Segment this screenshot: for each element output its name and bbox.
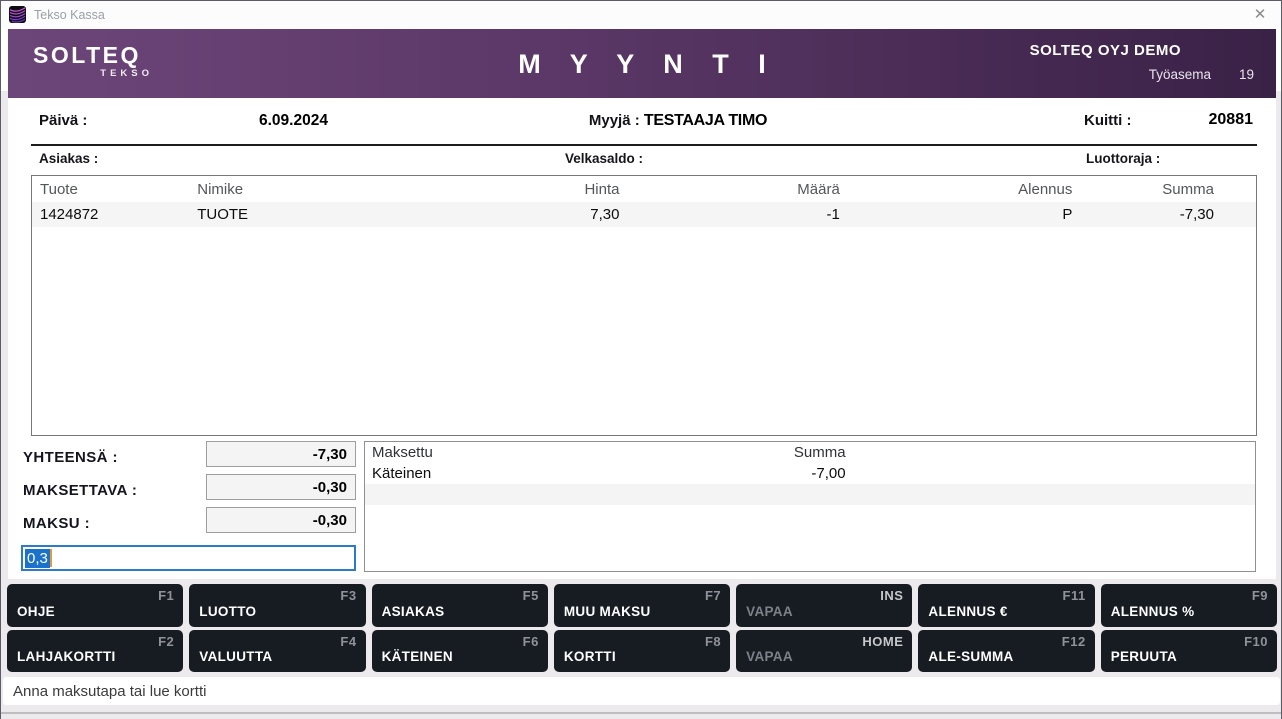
vapaa-home-button[interactable]: VAPAA HOME bbox=[736, 630, 912, 673]
paid-column-header: Maksettu bbox=[365, 444, 632, 461]
payable-value: -0,30 bbox=[206, 474, 356, 500]
asiakas-button[interactable]: ASIAKAS F5 bbox=[372, 584, 548, 627]
cell-hinta: 7,30 bbox=[393, 206, 619, 223]
title-bar: Tekso Kassa ✕ bbox=[1, 1, 1281, 28]
kortti-button[interactable]: KORTTI F8 bbox=[554, 630, 730, 673]
fkey-badge: F4 bbox=[340, 634, 356, 649]
fkey-badge: F6 bbox=[523, 634, 539, 649]
fkey-badge: F3 bbox=[340, 588, 356, 603]
main-content: Päivä : 6.09.2024 Myyjä : TESTAAJA TIMO … bbox=[8, 98, 1276, 579]
cell-alennus: P bbox=[840, 206, 1073, 223]
fkey-badge: F2 bbox=[158, 634, 174, 649]
payable-label: MAKSETTAVA : bbox=[23, 482, 137, 499]
status-message: Anna maksutapa tai lue kortti bbox=[13, 683, 206, 700]
valuutta-button[interactable]: VALUUTTA F4 bbox=[189, 630, 365, 673]
cashier-info: Myyjä : TESTAAJA TIMO bbox=[589, 112, 767, 130]
workstation-info: Työasema 19 bbox=[1149, 67, 1254, 82]
col-nimike: Nimike bbox=[197, 181, 393, 198]
fkey-badge: F12 bbox=[1062, 634, 1086, 649]
text-caret bbox=[50, 549, 52, 567]
logo-text: SOLTEQ bbox=[33, 42, 153, 68]
alennus-eur-button[interactable]: ALENNUS € F11 bbox=[918, 584, 1094, 627]
debt-balance-label: Velkasaldo : bbox=[565, 151, 643, 166]
cell-maara: -1 bbox=[620, 206, 840, 223]
col-hinta: Hinta bbox=[393, 181, 619, 198]
function-keypad: OHJE F1 LUOTTO F3 ASIAKAS F5 MUU MAKSU F… bbox=[1, 579, 1282, 677]
fkey-badge: F8 bbox=[705, 634, 721, 649]
window-title: Tekso Kassa bbox=[34, 8, 105, 22]
logo-subtext: TEKSO bbox=[33, 68, 153, 79]
payment-label: MAKSU : bbox=[23, 515, 90, 532]
col-summa: Summa bbox=[1072, 181, 1256, 198]
peruuta-button[interactable]: PERUUTA F10 bbox=[1101, 630, 1277, 673]
workstation-number: 19 bbox=[1239, 67, 1254, 82]
credit-limit-label: Luottoraja : bbox=[1086, 151, 1160, 166]
alennus-pct-button[interactable]: ALENNUS % F9 bbox=[1101, 584, 1277, 627]
solteq-logo: SOLTEQ TEKSO bbox=[33, 42, 153, 79]
ale-summa-button[interactable]: ALE-SUMMA F12 bbox=[918, 630, 1094, 673]
fkey-badge: F5 bbox=[523, 588, 539, 603]
total-label: YHTEENSÄ : bbox=[23, 449, 118, 466]
payment-amount: -7,00 bbox=[632, 465, 846, 482]
divider-line bbox=[31, 144, 1257, 146]
fkey-badge: F11 bbox=[1063, 588, 1086, 603]
col-alennus: Alennus bbox=[840, 181, 1073, 198]
muu-maksu-button[interactable]: MUU MAKSU F7 bbox=[554, 584, 730, 627]
app-header: SOLTEQ TEKSO M Y Y N T I SOLTEQ OYJ DEMO… bbox=[8, 29, 1276, 98]
ohje-button[interactable]: OHJE F1 bbox=[7, 584, 183, 627]
page-title: M Y Y N T I bbox=[507, 49, 777, 80]
date-value: 6.09.2024 bbox=[259, 112, 328, 130]
table-row[interactable]: 1424872 TUOTE 7,30 -1 P -7,30 bbox=[32, 202, 1256, 227]
total-value: -7,30 bbox=[206, 441, 356, 467]
window-bottom-edge bbox=[1, 712, 1281, 714]
app-icon bbox=[9, 6, 26, 23]
status-bar: Anna maksutapa tai lue kortti bbox=[3, 677, 1280, 705]
sum-column-header: Summa bbox=[632, 444, 846, 461]
luotto-button[interactable]: LUOTTO F3 bbox=[189, 584, 365, 627]
col-tuote: Tuote bbox=[32, 181, 197, 198]
vapaa-ins-button[interactable]: VAPAA INS bbox=[736, 584, 912, 627]
fkey-badge: F10 bbox=[1244, 634, 1268, 649]
company-name: SOLTEQ OYJ DEMO bbox=[1030, 42, 1181, 59]
kateinen-button[interactable]: KÄTEINEN F6 bbox=[372, 630, 548, 673]
items-table-header: Tuote Nimike Hinta Määrä Alennus Summa bbox=[32, 176, 1256, 202]
receipt-label: Kuitti : bbox=[1084, 112, 1131, 129]
payments-empty-stripe bbox=[365, 484, 1255, 505]
amount-input[interactable]: 0,3 bbox=[21, 545, 356, 571]
cell-summa: -7,30 bbox=[1072, 206, 1256, 223]
items-table: Tuote Nimike Hinta Määrä Alennus Summa 1… bbox=[31, 175, 1257, 436]
payments-panel: Maksettu Summa Käteinen -7,00 bbox=[364, 441, 1256, 572]
cashier-label: Myyjä : bbox=[589, 112, 640, 129]
fkey-badge: F9 bbox=[1252, 588, 1268, 603]
payment-value: -0,30 bbox=[206, 507, 356, 533]
cell-tuote: 1424872 bbox=[32, 206, 197, 223]
date-label: Päivä : bbox=[39, 112, 87, 129]
lahjakortti-button[interactable]: LAHJAKORTTI F2 bbox=[7, 630, 183, 673]
payments-header: Maksettu Summa bbox=[365, 442, 1255, 463]
cell-nimike: TUOTE bbox=[197, 206, 393, 223]
cashier-value: TESTAAJA TIMO bbox=[644, 112, 767, 129]
close-icon[interactable]: ✕ bbox=[1247, 2, 1273, 28]
col-maara: Määrä bbox=[620, 181, 840, 198]
workstation-label: Työasema bbox=[1149, 67, 1211, 82]
tekso-kassa-window: { "window": { "title": "Tekso Kassa", "c… bbox=[0, 0, 1282, 719]
receipt-number: 20881 bbox=[1209, 111, 1254, 129]
fkey-badge: F1 bbox=[158, 588, 174, 603]
customer-label: Asiakas : bbox=[39, 151, 98, 166]
payment-method: Käteinen bbox=[365, 465, 632, 482]
fkey-badge: INS bbox=[880, 588, 903, 603]
fkey-badge: HOME bbox=[862, 634, 903, 649]
fkey-badge: F7 bbox=[705, 588, 721, 603]
amount-input-selected-text: 0,3 bbox=[25, 549, 50, 568]
payment-row[interactable]: Käteinen -7,00 bbox=[365, 463, 1255, 484]
